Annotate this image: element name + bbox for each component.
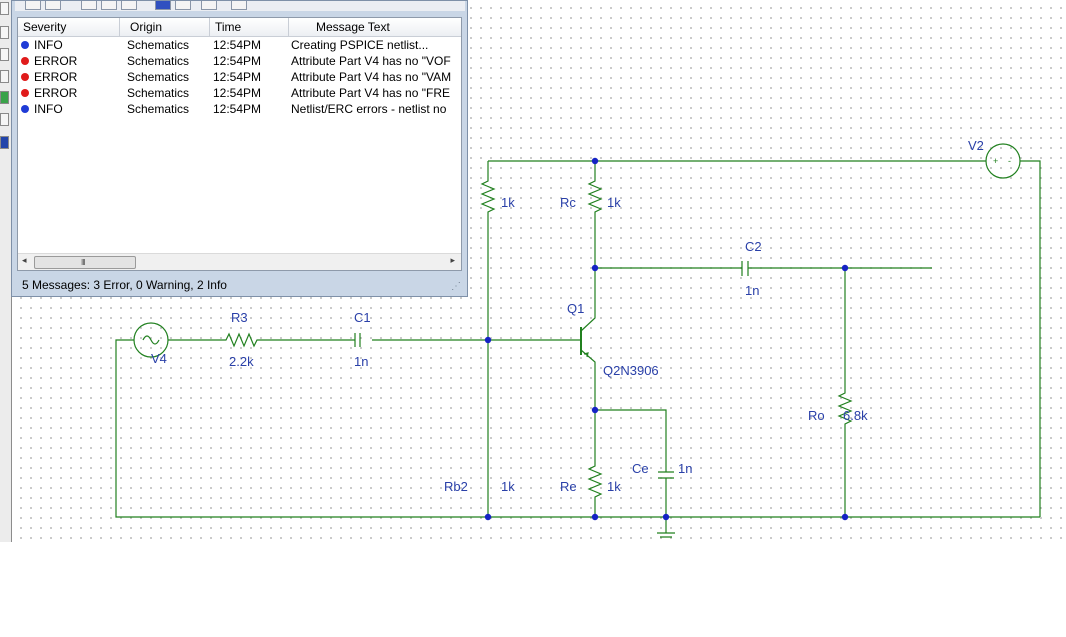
message-row[interactable]: ERROR Schematics 12:54PM Attribute Part … <box>18 53 461 69</box>
capacitor-c1 <box>354 333 361 347</box>
message-row[interactable]: INFO Schematics 12:54PM Netlist/ERC erro… <box>18 101 461 117</box>
message-time: 12:54PM <box>213 102 262 116</box>
message-list-header: Severity Origin Time Message Text <box>18 18 461 37</box>
label-ce-value: 1n <box>678 461 692 476</box>
resize-grip-icon[interactable]: ⋰ <box>451 281 461 292</box>
message-severity: INFO <box>34 102 63 116</box>
message-severity: ERROR <box>34 54 78 68</box>
message-toolbar <box>15 1 465 11</box>
message-time: 12:54PM <box>213 70 262 84</box>
junction-node <box>841 513 849 521</box>
label-ce: Ce <box>632 461 649 476</box>
toolbar-button[interactable] <box>25 1 41 10</box>
toolbar-button[interactable] <box>45 1 61 10</box>
resistor-ro <box>837 268 853 517</box>
message-origin: Schematics <box>127 86 190 100</box>
scroll-grip-icon: III <box>81 258 86 267</box>
toolbar-button[interactable] <box>155 1 171 10</box>
label-r3: R3 <box>231 310 248 325</box>
resistor-rc <box>587 161 603 268</box>
message-time: 12:54PM <box>213 86 262 100</box>
label-rc: Rc <box>560 195 576 210</box>
message-severity: INFO <box>34 38 63 52</box>
message-severity: ERROR <box>34 86 78 100</box>
resistor-re <box>587 410 603 517</box>
capacitor-c2 <box>741 261 749 276</box>
toolbar-button[interactable] <box>231 1 247 10</box>
label-ro: Ro <box>808 408 825 423</box>
label-r3-value: 2.2k <box>229 354 254 369</box>
label-re: Re <box>560 479 577 494</box>
label-ro-value: 6.8k <box>843 408 868 423</box>
toolbar-button[interactable] <box>121 1 137 10</box>
scrollbar-thumb[interactable]: III <box>34 256 136 269</box>
message-row[interactable]: ERROR Schematics 12:54PM Attribute Part … <box>18 85 461 101</box>
toolbar-button[interactable] <box>175 1 191 10</box>
toolbar-button[interactable] <box>201 1 217 10</box>
message-text: Attribute Part V4 has no "VAM <box>291 70 452 84</box>
message-row[interactable]: INFO Schematics 12:54PM Creating PSPICE … <box>18 37 461 53</box>
message-text: Attribute Part V4 has no "FRE <box>291 86 450 100</box>
label-rc-value: 1k <box>607 195 621 210</box>
label-q1: Q1 <box>567 301 584 316</box>
message-origin: Schematics <box>127 38 190 52</box>
toolbar-button[interactable] <box>81 1 97 10</box>
label-c2: C2 <box>745 239 762 254</box>
message-origin: Schematics <box>127 102 190 116</box>
message-origin: Schematics <box>127 54 190 68</box>
wire <box>1020 160 1041 517</box>
column-header-origin[interactable]: Origin <box>120 18 210 36</box>
junction-node <box>662 513 670 521</box>
message-text: Netlist/ERC errors - netlist no <box>291 102 447 116</box>
junction-node <box>591 406 599 414</box>
wire <box>115 339 1040 518</box>
message-time: 12:54PM <box>213 38 262 52</box>
label-re-value: 1k <box>607 479 621 494</box>
label-rb2-value: 1k <box>501 479 515 494</box>
junction-node <box>484 513 492 521</box>
horizontal-scrollbar[interactable]: ◂ III ▸ <box>18 253 461 270</box>
svg-text:+: + <box>993 156 998 166</box>
transistor-collector <box>580 268 596 332</box>
label-c1: C1 <box>354 310 371 325</box>
message-text: Creating PSPICE netlist... <box>291 38 429 52</box>
scroll-left-icon[interactable]: ◂ <box>22 255 27 266</box>
message-severity: ERROR <box>34 70 78 84</box>
error-icon <box>21 89 29 97</box>
label-rb1-value: 1k <box>501 195 515 210</box>
label-c2-value: 1n <box>745 283 759 298</box>
error-icon <box>21 57 29 65</box>
junction-node <box>484 336 492 344</box>
junction-node <box>591 513 599 521</box>
error-icon <box>21 73 29 81</box>
label-c1-value: 1n <box>354 354 368 369</box>
info-icon <box>21 41 29 49</box>
column-header-time[interactable]: Time <box>210 18 289 36</box>
junction-node <box>591 157 599 165</box>
junction-node <box>841 264 849 272</box>
info-icon <box>21 105 29 113</box>
message-text: Attribute Part V4 has no "VOF <box>291 54 451 68</box>
label-v4: V4 <box>151 351 167 366</box>
resistor-r3 <box>168 332 266 348</box>
svg-text:-: - <box>1008 156 1011 166</box>
transistor-emitter <box>580 349 596 410</box>
message-status: 5 Messages: 3 Error, 0 Warning, 2 Info <box>22 278 227 292</box>
label-v2: V2 <box>968 138 984 153</box>
scroll-right-icon[interactable]: ▸ <box>450 255 455 266</box>
message-time: 12:54PM <box>213 54 262 68</box>
source-v2: + - <box>985 143 1021 179</box>
message-viewer-window: Severity Origin Time Message Text INFO S… <box>11 0 468 297</box>
toolbar-button[interactable] <box>101 1 117 10</box>
message-row[interactable]: ERROR Schematics 12:54PM Attribute Part … <box>18 69 461 85</box>
message-origin: Schematics <box>127 70 190 84</box>
label-q1-model: Q2N3906 <box>603 363 659 378</box>
junction-node <box>591 264 599 272</box>
column-header-message-text[interactable]: Message Text <box>289 18 461 36</box>
label-rb2: Rb2 <box>444 479 468 494</box>
column-header-severity[interactable]: Severity <box>18 18 120 36</box>
message-list[interactable]: Severity Origin Time Message Text INFO S… <box>17 17 462 271</box>
